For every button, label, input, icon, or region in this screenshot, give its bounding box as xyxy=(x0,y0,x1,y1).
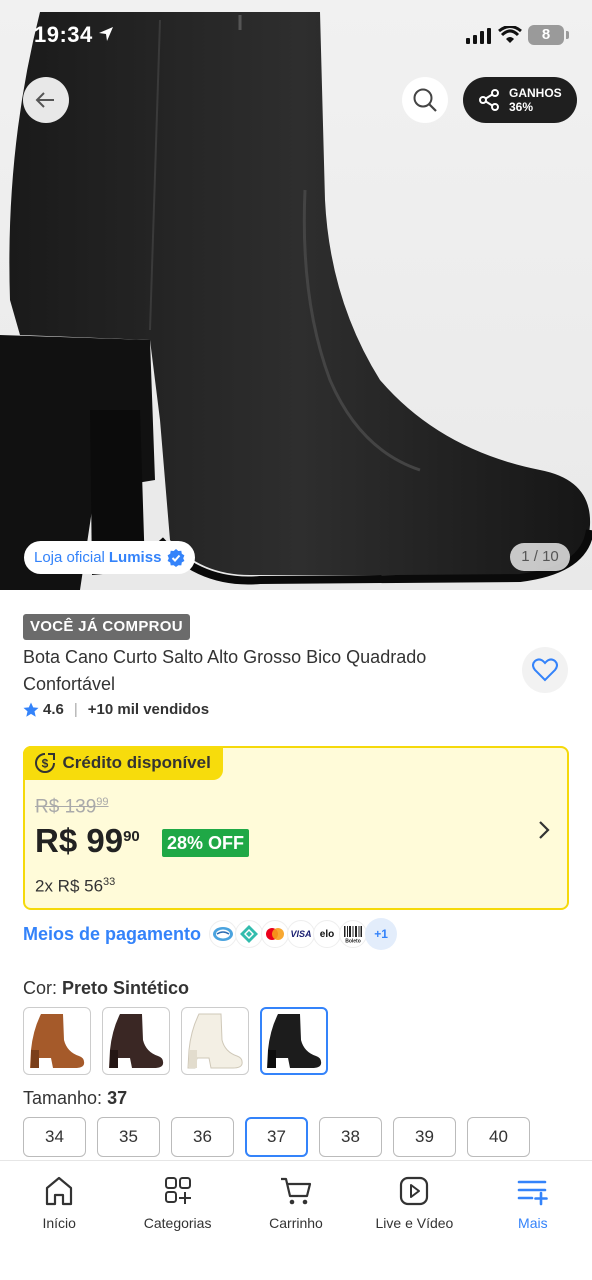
payment-methods-link[interactable]: Meios de pagamento xyxy=(23,924,201,945)
size-option[interactable]: 36 xyxy=(171,1117,234,1157)
nav-cart[interactable]: Carrinho xyxy=(237,1161,355,1280)
nav-categories[interactable]: Categorias xyxy=(118,1161,236,1280)
size-selected: 37 xyxy=(107,1088,128,1108)
categories-icon xyxy=(164,1177,191,1204)
old-price-main: R$ 139 xyxy=(35,796,97,818)
nav-home[interactable]: Início xyxy=(0,1161,118,1280)
battery-indicator: 8 xyxy=(528,25,564,45)
nav-more-label: Mais xyxy=(518,1215,548,1231)
boleto-icon: Boleto xyxy=(339,920,368,948)
product-title: Bota Cano Curto Salto Alto Grosso Bico Q… xyxy=(23,647,427,694)
price-box[interactable]: $ Crédito disponível R$ 13999 R$ 9990 28… xyxy=(22,745,569,910)
old-price: R$ 13999 xyxy=(35,796,109,818)
rating-row[interactable]: 4.6 | +10 mil vendidos xyxy=(23,701,209,718)
installments-main: 2x R$ 56 xyxy=(35,876,104,896)
nav-more[interactable]: Mais xyxy=(474,1161,592,1280)
elo-icon: elo xyxy=(313,920,342,948)
chevron-right-icon xyxy=(539,821,550,839)
credit-available-tag: $ Crédito disponível xyxy=(22,745,223,780)
official-store-badge[interactable]: Loja oficial Lumiss xyxy=(24,541,196,574)
color-label: Cor: Preto Sintético xyxy=(23,978,189,999)
mercado-pago-icon xyxy=(209,920,238,948)
pix-icon xyxy=(235,920,264,948)
search-button[interactable] xyxy=(402,77,448,123)
signal-icon xyxy=(466,28,491,44)
color-swatch-caramel[interactable] xyxy=(23,1007,91,1075)
color-swatch-black[interactable] xyxy=(260,1007,328,1075)
size-option-selected[interactable]: 37 xyxy=(245,1117,308,1157)
color-selected: Preto Sintético xyxy=(62,978,190,998)
menu-plus-icon xyxy=(517,1180,548,1206)
size-option[interactable]: 35 xyxy=(97,1117,160,1157)
share-icon xyxy=(479,89,499,111)
size-option[interactable]: 40 xyxy=(467,1117,530,1157)
coin-dollar-icon: $ xyxy=(34,752,55,773)
boot-thumbnail xyxy=(187,1013,243,1069)
share-label: GANHOS xyxy=(509,86,562,100)
nav-home-label: Início xyxy=(42,1215,76,1231)
size-option[interactable]: 39 xyxy=(393,1117,456,1157)
current-price-main: R$ 99 xyxy=(35,822,124,859)
boot-thumbnail xyxy=(267,1014,322,1068)
old-price-cents: 99 xyxy=(96,796,109,808)
purchased-badge: VOCÊ JÁ COMPROU xyxy=(23,614,190,640)
nav-live-video-label: Live e Vídeo xyxy=(375,1215,454,1231)
heart-icon xyxy=(532,658,558,682)
share-earnings-button[interactable]: GANHOS 36% xyxy=(463,77,577,123)
location-arrow-icon xyxy=(99,27,113,41)
share-value: 36% xyxy=(509,100,534,114)
svg-text:$: $ xyxy=(41,756,48,770)
back-button[interactable] xyxy=(23,77,69,123)
visa-icon: VISA xyxy=(287,920,316,948)
size-option[interactable]: 38 xyxy=(319,1117,382,1157)
size-label-prefix: Tamanho: xyxy=(23,1088,103,1108)
nav-categories-label: Categorias xyxy=(143,1215,212,1231)
verified-icon xyxy=(168,548,185,567)
nav-live-video[interactable]: Live e Vídeo xyxy=(355,1161,473,1280)
installments: 2x R$ 5633 xyxy=(35,876,115,897)
current-price: R$ 9990 xyxy=(35,822,140,860)
payment-methods-row[interactable]: Meios de pagamento VISA elo Boleto +1 xyxy=(23,918,398,950)
boot-thumbnail xyxy=(109,1014,164,1068)
size-options: 34 35 36 37 38 39 40 xyxy=(23,1117,541,1157)
color-label-prefix: Cor: xyxy=(23,978,58,998)
battery-nub xyxy=(566,31,569,39)
installments-cents: 33 xyxy=(103,876,116,888)
discount-badge: 28% OFF xyxy=(162,829,250,857)
status-time: 19:34 xyxy=(34,22,93,47)
size-label: Tamanho: 37 xyxy=(23,1088,127,1109)
rating-value: 4.6 xyxy=(43,701,64,718)
status-bar: 19:34 8 xyxy=(0,0,592,70)
nav-cart-label: Carrinho xyxy=(269,1215,323,1231)
store-name: Lumiss xyxy=(108,549,162,566)
play-video-icon xyxy=(400,1176,429,1206)
more-payment-methods[interactable]: +1 xyxy=(365,918,398,950)
size-option[interactable]: 34 xyxy=(23,1117,86,1157)
arrow-left-icon xyxy=(35,92,54,108)
home-icon xyxy=(46,1176,73,1206)
share-text: GANHOS 36% xyxy=(509,86,562,114)
current-price-cents: 90 xyxy=(123,828,140,845)
product-gallery[interactable]: 19:34 8 GANHOS 36% Loja oficial Lumiss 1… xyxy=(0,0,592,590)
sold-count: +10 mil vendidos xyxy=(87,701,210,718)
star-icon xyxy=(23,702,39,717)
gallery-counter: 1 / 10 xyxy=(510,543,570,571)
mastercard-icon xyxy=(261,920,290,948)
cart-icon xyxy=(281,1177,312,1205)
color-swatch-white[interactable] xyxy=(181,1007,249,1075)
bottom-navigation: Início Categorias Carrinho Live e Vídeo … xyxy=(0,1160,592,1280)
color-swatch-brown[interactable] xyxy=(102,1007,170,1075)
boot-thumbnail xyxy=(30,1014,85,1068)
rating-separator: | xyxy=(73,701,78,718)
credit-label: Crédito disponível xyxy=(62,752,211,772)
wifi-icon xyxy=(498,26,522,43)
store-prefix: Loja oficial xyxy=(34,549,105,566)
svg-text:Boleto: Boleto xyxy=(345,939,361,944)
search-icon xyxy=(413,88,437,112)
color-swatches xyxy=(23,1007,339,1075)
favorite-button[interactable] xyxy=(522,647,568,693)
